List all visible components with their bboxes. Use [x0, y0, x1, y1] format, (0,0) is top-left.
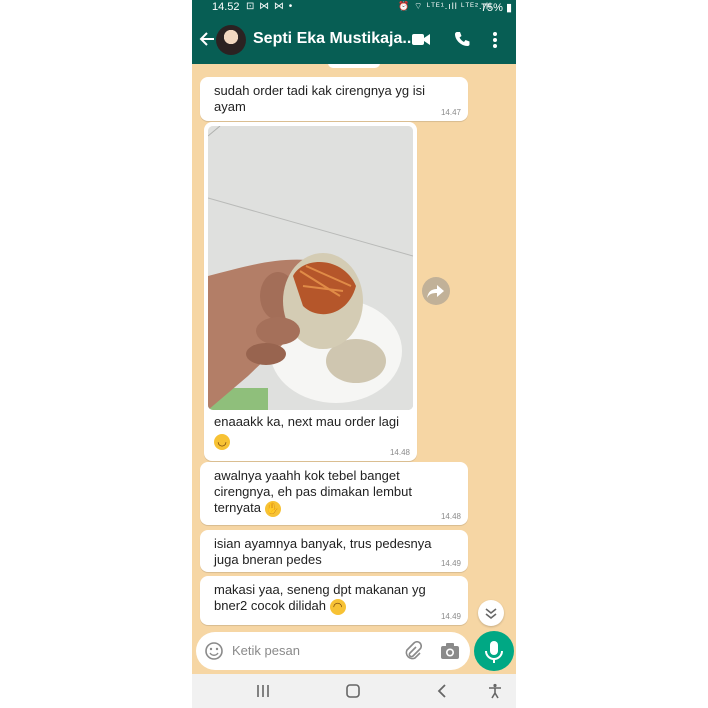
message-time: 14.48 — [389, 448, 410, 457]
previous-message-stub — [328, 64, 380, 68]
message-time: 14.48 — [440, 512, 461, 521]
message-text: enaaakk ka, next mau order lagi — [214, 414, 399, 429]
message-time: 14.49 — [440, 559, 461, 568]
image-message[interactable]: enaaakk ka, next mau order lagi ◡ 14.48 — [204, 122, 417, 461]
attach-icon[interactable] — [404, 640, 423, 661]
message-text: ayam — [214, 99, 246, 114]
message-time: 14.49 — [440, 612, 461, 621]
back-arrow-icon[interactable] — [198, 28, 216, 50]
system-nav-bar — [192, 674, 516, 708]
back-icon[interactable] — [434, 683, 452, 699]
chat-area[interactable]: sudah order tadi kak cirengnya yg isi ay… — [192, 64, 516, 672]
message-text: bner2 cocok dilidah — [214, 598, 327, 613]
status-bar: 14.52 ⊡ ⋈ ⋈ • ⏰ ⌔ ᴸᵀᴱ¹.ıll ᴸᵀᴱ².ıll 75% … — [192, 0, 516, 16]
message-bubble[interactable]: sudah order tadi kak cirengnya yg isi ay… — [200, 77, 468, 121]
home-icon[interactable] — [344, 683, 362, 699]
signal-icons: ⏰ ⌔ ᴸᵀᴱ¹.ıll ᴸᵀᴱ².ıll — [398, 1, 492, 11]
video-call-icon[interactable] — [412, 33, 430, 46]
message-text: awalnya yaahh kok tebel banget — [214, 468, 400, 483]
message-bubble[interactable]: isian ayamnya banyak, trus pedesnya juga… — [200, 530, 468, 572]
battery-level: 75% ▮ — [480, 2, 512, 14]
recents-icon[interactable] — [254, 683, 272, 699]
message-text: isian ayamnya banyak, trus pedesnya — [214, 536, 432, 551]
chat-header: Septi Eka Mustikaja... — [192, 16, 516, 64]
camera-icon[interactable] — [440, 642, 460, 660]
message-text: cirengnya, eh pas dimakan lembut — [214, 484, 413, 499]
notification-icons: ⊡ ⋈ ⋈ • — [246, 1, 294, 12]
contact-name[interactable]: Septi Eka Mustikaja... — [253, 30, 416, 48]
food-photo[interactable] — [208, 126, 413, 410]
message-text: makasi yaa, seneng dpt makanan yg — [214, 582, 426, 597]
forward-icon[interactable] — [422, 277, 450, 305]
phone-icon[interactable] — [454, 31, 470, 48]
message-bubble[interactable]: awalnya yaahh kok tebel banget cirengnya… — [200, 462, 468, 525]
smile-emoji-icon: ◡ — [214, 434, 230, 450]
message-text: sudah order tadi kak cirengnya yg isi — [214, 83, 426, 98]
mic-button[interactable] — [474, 631, 514, 671]
hand-over-mouth-emoji-icon: ✋ — [264, 500, 281, 517]
accessibility-icon[interactable] — [486, 683, 504, 699]
message-bubble[interactable]: makasi yaa, seneng dpt makanan yg bner2 … — [200, 576, 468, 625]
grin-emoji-icon: ◠ — [329, 598, 346, 615]
message-time: 14.47 — [440, 108, 461, 117]
emoji-icon[interactable] — [204, 641, 224, 661]
message-input-bar[interactable]: Ketik pesan — [196, 632, 470, 670]
message-text: juga bneran pedes — [214, 552, 322, 567]
phone-screen: 14.52 ⊡ ⋈ ⋈ • ⏰ ⌔ ᴸᵀᴱ¹.ıll ᴸᵀᴱ².ıll 75% … — [192, 0, 516, 708]
mic-icon — [485, 641, 503, 663]
avatar[interactable] — [216, 25, 246, 55]
scroll-down-icon[interactable] — [478, 600, 504, 626]
message-text: ternyata — [214, 500, 261, 515]
more-vert-icon[interactable] — [492, 31, 498, 49]
status-time: 14.52 — [212, 1, 240, 13]
message-input[interactable]: Ketik pesan — [232, 643, 300, 658]
